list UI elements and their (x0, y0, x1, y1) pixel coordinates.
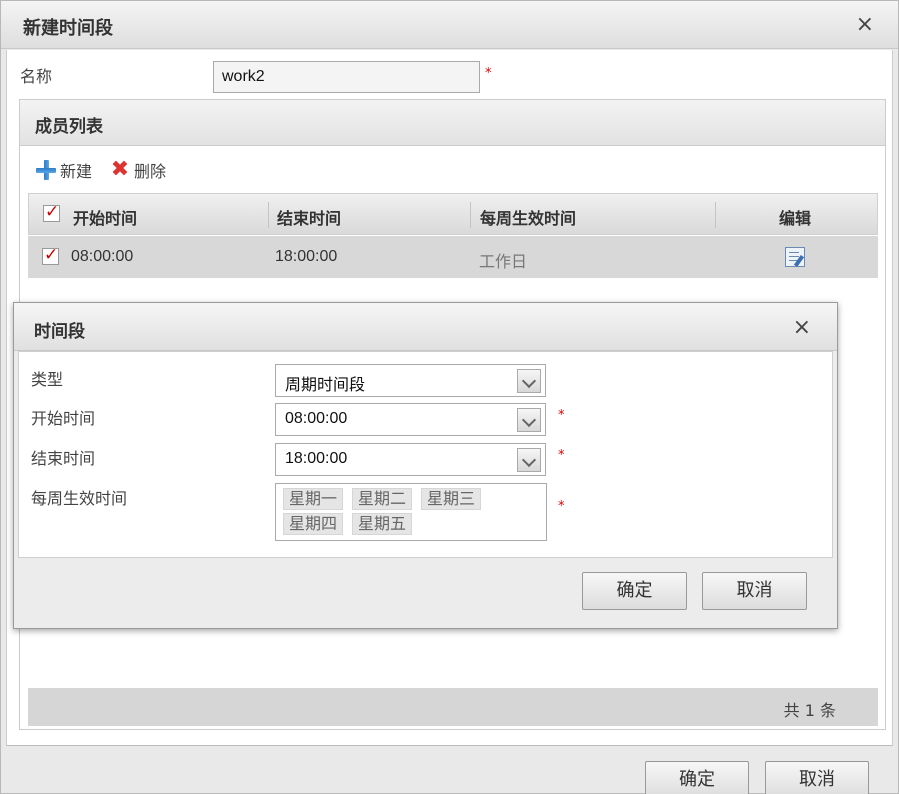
column-divider (470, 202, 471, 228)
start-time-value: 08:00:00 (285, 410, 348, 427)
weekday-tag[interactable]: 星期一 (283, 488, 344, 510)
grid-header: 开始时间 结束时间 每周生效时间 编辑 (28, 193, 878, 235)
time-period-dialog-header: 时间段 × (14, 303, 837, 351)
column-divider (268, 202, 269, 228)
row-start-time: 08:00:00 (71, 248, 134, 265)
column-header-edit: 编辑 (779, 209, 812, 228)
column-header-start[interactable]: 开始时间 (73, 205, 137, 229)
select-all-checkbox[interactable] (43, 202, 60, 222)
type-label: 类型 (31, 370, 64, 389)
row-weekly: 工作日 (479, 252, 528, 271)
row-checkbox[interactable] (42, 245, 59, 265)
record-count: 共 1 条 (783, 701, 836, 720)
add-button-label: 新建 (60, 162, 93, 181)
weekday-tag[interactable]: 星期五 (352, 513, 413, 535)
time-period-dialog-title: 时间段 (34, 322, 85, 342)
delete-button-label: 删除 (134, 162, 167, 181)
grid-footer: 共 1 条 (28, 688, 878, 726)
weekday-tag[interactable]: 星期四 (283, 513, 344, 535)
members-panel-header: 成员列表 (20, 100, 885, 146)
required-mark: * (485, 66, 492, 81)
end-time-value: 18:00:00 (285, 450, 348, 467)
weekday-tag[interactable]: 星期三 (421, 488, 482, 510)
delete-x-icon: ✖ (110, 157, 130, 182)
plus-icon (36, 160, 56, 180)
column-divider (715, 202, 716, 228)
end-time-label: 结束时间 (31, 449, 96, 468)
add-button[interactable]: 新建 (36, 158, 92, 182)
name-label: 名称 (20, 67, 53, 86)
delete-button[interactable]: ✖ 删除 (110, 158, 166, 182)
weekday-tag[interactable]: 星期二 (352, 488, 413, 510)
ok-button[interactable]: 确定 (582, 572, 687, 610)
chevron-down-icon[interactable] (517, 448, 541, 472)
dialog-header: 新建时间段 × (1, 1, 898, 49)
ok-button[interactable]: 确定 (645, 761, 749, 794)
start-time-select[interactable]: 08:00:00 (275, 403, 546, 436)
column-header-end[interactable]: 结束时间 (277, 205, 341, 229)
required-mark: * (558, 448, 565, 463)
name-input[interactable] (213, 61, 480, 93)
type-select-value: 周期时间段 (285, 377, 366, 394)
close-icon[interactable]: × (793, 315, 811, 340)
type-select[interactable]: 周期时间段 (275, 364, 546, 397)
cancel-button[interactable]: 取消 (702, 572, 807, 610)
dialog-title: 新建时间段 (23, 18, 113, 39)
edit-icon[interactable] (785, 247, 805, 267)
weekly-label: 每周生效时间 (31, 489, 128, 508)
column-header-weekly[interactable]: 每周生效时间 (480, 205, 576, 229)
chevron-down-icon[interactable] (517, 408, 541, 432)
required-mark: * (558, 499, 565, 514)
chevron-down-icon[interactable] (517, 369, 541, 393)
time-period-dialog: 时间段 × 类型 周期时间段 开始时间 08:00:00 * 结束时间 18:0… (13, 302, 838, 629)
required-mark: * (558, 408, 565, 423)
close-icon[interactable]: × (856, 12, 874, 37)
time-period-form: 类型 周期时间段 开始时间 08:00:00 * 结束时间 18:00:00 *… (18, 351, 833, 558)
members-panel-title: 成员列表 (35, 117, 103, 137)
table-row[interactable]: 08:00:00 18:00:00 工作日 (28, 236, 878, 278)
row-end-time: 18:00:00 (275, 248, 338, 265)
start-time-label: 开始时间 (31, 409, 96, 428)
cancel-button[interactable]: 取消 (765, 761, 869, 794)
end-time-select[interactable]: 18:00:00 (275, 443, 546, 476)
weekday-tag-input[interactable]: 星期一 星期二 星期三 星期四 星期五 (275, 483, 547, 541)
